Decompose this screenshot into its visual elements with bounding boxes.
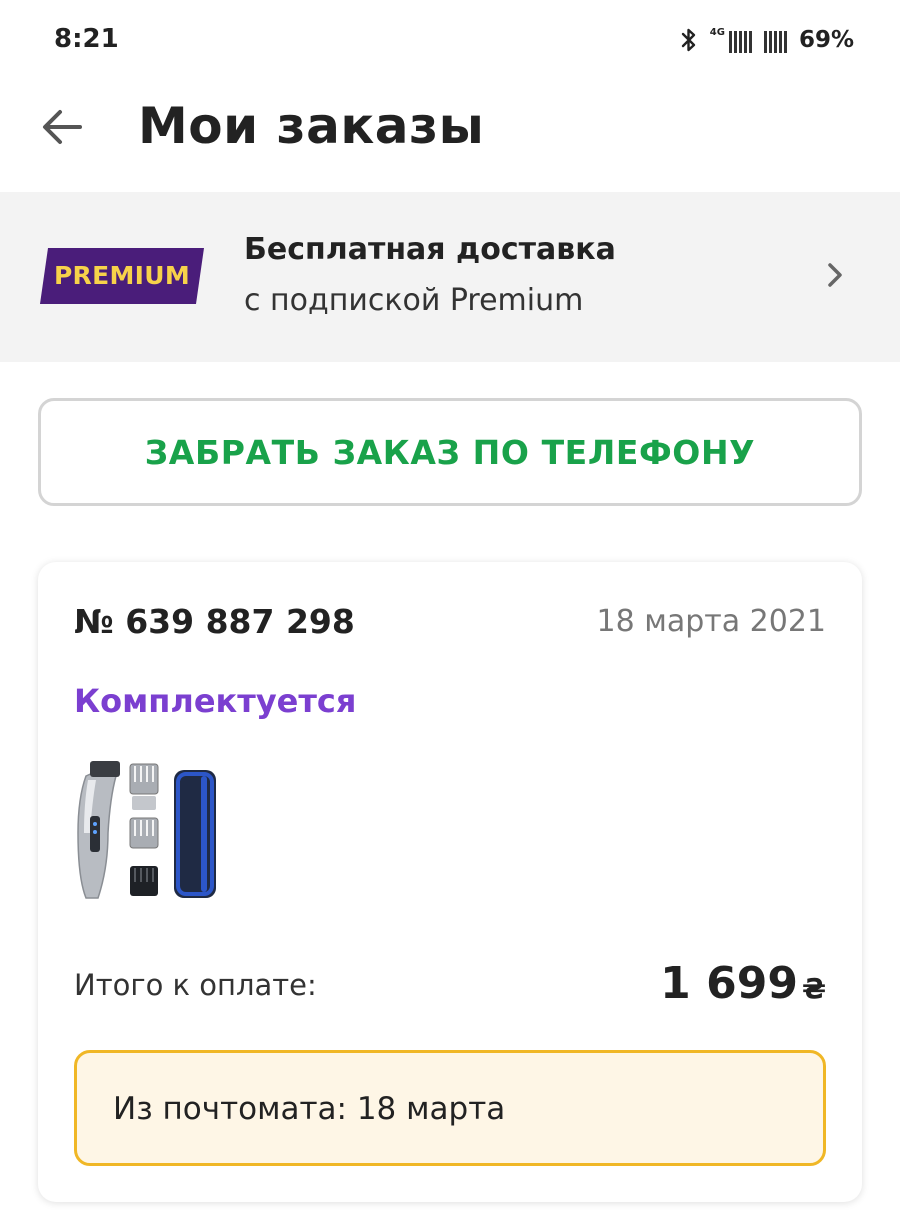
network-type: 4G bbox=[709, 27, 725, 38]
status-time: 8:21 bbox=[54, 24, 119, 54]
total-label: Итого к оплате: bbox=[74, 968, 317, 1002]
premium-badge: PREMIUM bbox=[40, 248, 204, 304]
order-card[interactable]: № 639 887 298 18 марта 2021 Комплектуетс… bbox=[38, 562, 862, 1202]
status-bar: 8:21 4G 69% bbox=[0, 0, 900, 80]
signal-icon: 4G bbox=[710, 27, 787, 53]
status-icons: 4G 69% bbox=[680, 24, 854, 56]
arrow-left-icon bbox=[43, 110, 82, 144]
hair-clipper-kit-image bbox=[77, 761, 216, 899]
pickup-info-box: Из почтомата: 18 марта bbox=[74, 1050, 826, 1166]
order-status: Комплектуется bbox=[74, 682, 357, 720]
product-image[interactable] bbox=[68, 758, 228, 908]
premium-banner[interactable]: PREMIUM Бесплатная доставка с подпиской … bbox=[0, 192, 900, 362]
pickup-info-text: Из почтомата: 18 марта bbox=[113, 1091, 506, 1127]
order-date: 18 марта 2021 bbox=[596, 604, 826, 639]
currency-symbol: ₴ bbox=[801, 972, 826, 1005]
premium-badge-label: PREMIUM bbox=[53, 261, 191, 290]
premium-title: Бесплатная доставка bbox=[244, 232, 616, 267]
app-header: Мои заказы bbox=[0, 80, 900, 190]
total-amount-value: 1 699 bbox=[660, 958, 798, 1009]
pickup-by-phone-label: ЗАБРАТЬ ЗАКАЗ ПО ТЕЛЕФОНУ bbox=[144, 432, 756, 472]
total-amount: 1 699 ₴ bbox=[660, 958, 826, 1009]
pickup-by-phone-button[interactable]: ЗАБРАТЬ ЗАКАЗ ПО ТЕЛЕФОНУ bbox=[38, 398, 862, 506]
battery-level: 69% bbox=[798, 27, 854, 53]
premium-subtitle: с подпиской Premium bbox=[244, 283, 584, 318]
page-title: Мои заказы bbox=[138, 97, 485, 155]
back-button[interactable] bbox=[38, 102, 88, 152]
bluetooth-icon bbox=[680, 27, 698, 53]
chevron-right-icon bbox=[820, 260, 850, 290]
order-number: № 639 887 298 bbox=[74, 602, 355, 641]
